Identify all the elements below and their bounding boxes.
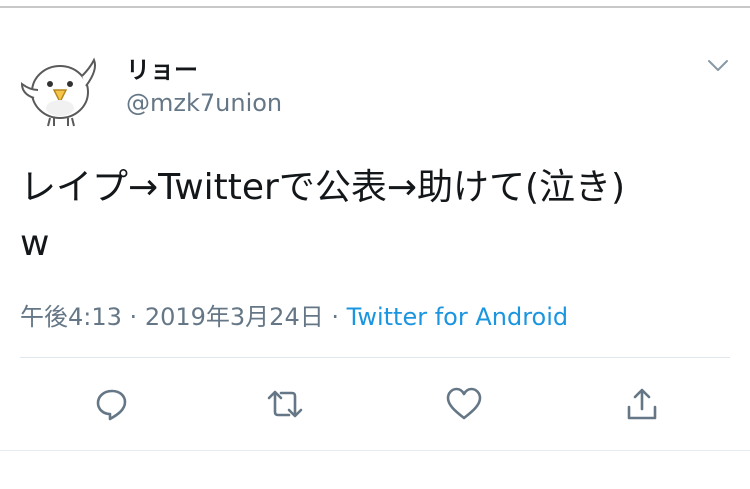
tweet-date[interactable]: 2019年3月24日 [145,303,324,331]
white-bird-icon [20,57,96,127]
tweet-text-line1: レイプ→Twitterで公表→助けて(泣き) [20,167,626,208]
tweet-source-link[interactable]: Twitter for Android [347,303,568,331]
retweet-icon [267,390,303,418]
bottom-divider [0,450,750,451]
user-handle[interactable]: @mzk7union [126,89,282,117]
tweet-meta: 午後4:13 · 2019年3月24日 · Twitter for Androi… [20,297,568,332]
meta-separator: · [129,303,138,331]
reply-button[interactable] [92,384,132,424]
share-button[interactable] [622,384,662,424]
tweet-text-line2: w [20,223,50,264]
meta-separator: · [331,303,339,331]
avatar[interactable] [16,50,104,130]
tweet-text: レイプ→Twitterで公表→助けて(泣き) w [20,160,740,272]
share-icon [627,388,657,420]
chevron-down-icon[interactable] [706,55,730,75]
retweet-button[interactable] [265,384,305,424]
like-button[interactable] [444,384,484,424]
tweet-time[interactable]: 午後4:13 [20,303,122,331]
display-name[interactable]: リョー [126,50,198,85]
top-divider [0,6,750,8]
like-heart-icon [446,387,482,420]
action-divider [20,357,730,358]
reply-icon [96,389,127,421]
